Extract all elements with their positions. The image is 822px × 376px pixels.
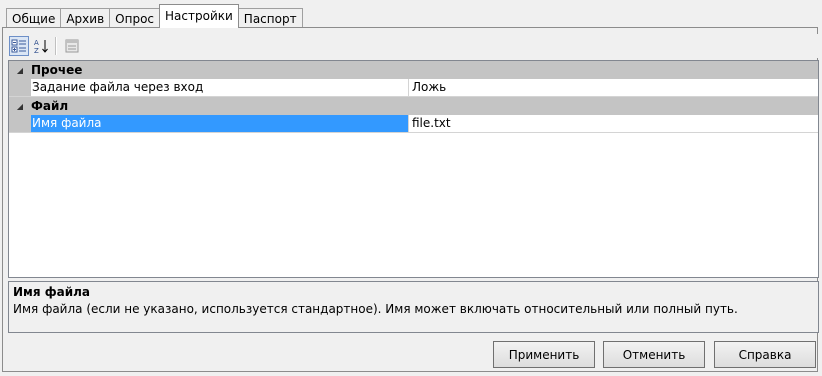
row-gutter xyxy=(9,79,31,96)
categorized-view-button[interactable] xyxy=(9,36,29,56)
svg-text:A: A xyxy=(34,39,39,47)
tab-passport[interactable]: Паспорт xyxy=(237,8,303,28)
property-value[interactable]: Ложь xyxy=(409,79,818,96)
row-gutter xyxy=(9,115,31,132)
property-value[interactable]: file.txt xyxy=(409,115,818,132)
category-label: Файл xyxy=(31,99,69,113)
tab-settings[interactable]: Настройки xyxy=(159,4,239,28)
category-row-file[interactable]: ◢ Файл xyxy=(9,97,818,115)
help-title: Имя файла xyxy=(13,285,91,299)
cancel-button[interactable]: Отменить xyxy=(603,341,705,368)
tab-bar: Общие Архив Опрос Настройки Паспорт xyxy=(6,4,303,28)
property-grid: ◢ Прочее Задание файла через вход Ложь ◢… xyxy=(8,60,819,278)
collapse-triangle-icon[interactable]: ◢ xyxy=(9,102,31,111)
collapse-triangle-icon[interactable]: ◢ xyxy=(9,66,31,75)
property-pages-button[interactable] xyxy=(62,36,82,56)
category-row-other[interactable]: ◢ Прочее xyxy=(9,61,818,79)
sort-alphabetical-icon: A Z xyxy=(34,39,48,54)
help-button[interactable]: Справка xyxy=(714,341,816,368)
toolbar-separator xyxy=(55,37,57,55)
svg-text:Z: Z xyxy=(34,47,39,54)
apply-button[interactable]: Применить xyxy=(493,341,595,368)
property-name[interactable]: Задание файла через вход xyxy=(31,79,409,96)
categorized-icon xyxy=(11,39,26,53)
tab-polling[interactable]: Опрос xyxy=(109,8,161,28)
help-panel: Имя файла Имя файла (если не указано, ис… xyxy=(8,281,819,333)
property-grid-toolbar: A Z xyxy=(7,34,819,58)
category-label: Прочее xyxy=(31,63,83,77)
property-name[interactable]: Имя файла xyxy=(31,115,409,132)
tab-general[interactable]: Общие xyxy=(6,8,62,28)
help-description: Имя файла (если не указано, используется… xyxy=(13,302,738,316)
property-row[interactable]: Задание файла через вход Ложь xyxy=(9,79,818,97)
property-pages-icon xyxy=(65,39,79,53)
alphabetical-view-button[interactable]: A Z xyxy=(31,36,51,56)
tab-archive[interactable]: Архив xyxy=(60,8,111,28)
property-row[interactable]: Имя файла file.txt xyxy=(9,115,818,133)
